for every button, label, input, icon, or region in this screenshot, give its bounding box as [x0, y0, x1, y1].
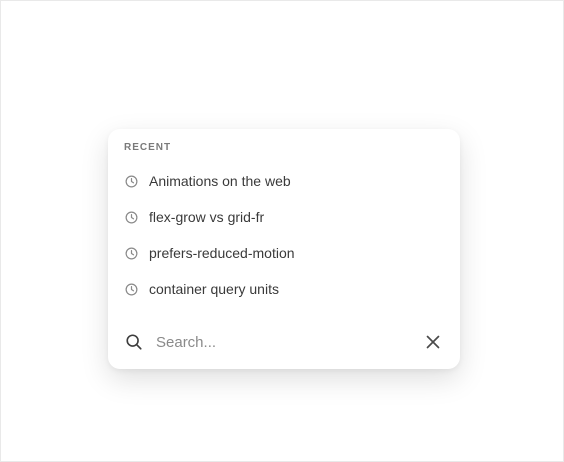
recent-item[interactable]: Animations on the web: [108, 163, 460, 199]
recent-heading: RECENT: [124, 142, 172, 153]
recent-item[interactable]: prefers-reduced-motion: [108, 235, 460, 271]
recent-item-label: prefers-reduced-motion: [149, 245, 295, 261]
clear-search-button[interactable]: [422, 331, 444, 353]
recent-item-label: container query units: [149, 281, 279, 297]
clock-icon: [124, 174, 139, 189]
recent-searches-list: Animations on the web flex-grow vs grid-…: [108, 163, 460, 307]
clock-icon: [124, 210, 139, 225]
search-popover: RECENT Animations on the web flex-grow v…: [108, 129, 460, 369]
recent-item[interactable]: container query units: [108, 271, 460, 307]
recent-item-label: flex-grow vs grid-fr: [149, 209, 265, 225]
recent-item[interactable]: flex-grow vs grid-fr: [108, 199, 460, 235]
search-bar: [108, 325, 460, 359]
page-frame: RECENT Animations on the web flex-grow v…: [0, 0, 564, 462]
clock-icon: [124, 282, 139, 297]
clock-icon: [124, 246, 139, 261]
close-icon: [426, 335, 440, 349]
search-icon: [124, 332, 144, 352]
recent-item-label: Animations on the web: [149, 173, 291, 189]
search-input[interactable]: [156, 330, 422, 354]
